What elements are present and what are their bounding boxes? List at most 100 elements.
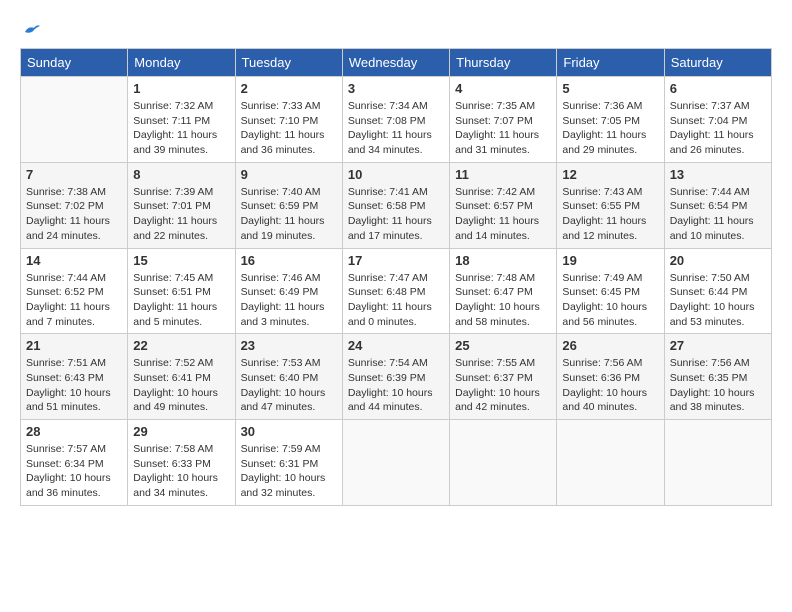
day-number: 11 xyxy=(455,167,551,182)
calendar-day-cell: 19 Sunrise: 7:49 AMSunset: 6:45 PMDayligh… xyxy=(557,248,664,334)
calendar-day-cell xyxy=(664,420,771,506)
weekday-header-friday: Friday xyxy=(557,49,664,77)
day-number: 1 xyxy=(133,81,229,96)
day-info: Sunrise: 7:56 AMSunset: 6:36 PMDaylight:… xyxy=(562,356,658,415)
day-number: 27 xyxy=(670,338,766,353)
calendar-day-cell: 17 Sunrise: 7:47 AMSunset: 6:48 PMDayligh… xyxy=(342,248,449,334)
calendar-day-cell: 24 Sunrise: 7:54 AMSunset: 6:39 PMDayligh… xyxy=(342,334,449,420)
day-info: Sunrise: 7:54 AMSunset: 6:39 PMDaylight:… xyxy=(348,356,444,415)
calendar-day-cell: 2 Sunrise: 7:33 AMSunset: 7:10 PMDaylight… xyxy=(235,77,342,163)
calendar-day-cell xyxy=(342,420,449,506)
calendar-day-cell: 13 Sunrise: 7:44 AMSunset: 6:54 PMDayligh… xyxy=(664,162,771,248)
calendar-day-cell: 4 Sunrise: 7:35 AMSunset: 7:07 PMDaylight… xyxy=(450,77,557,163)
day-info: Sunrise: 7:58 AMSunset: 6:33 PMDaylight:… xyxy=(133,442,229,501)
day-number: 21 xyxy=(26,338,122,353)
day-number: 7 xyxy=(26,167,122,182)
day-number: 29 xyxy=(133,424,229,439)
day-number: 2 xyxy=(241,81,337,96)
weekday-header-sunday: Sunday xyxy=(21,49,128,77)
day-info: Sunrise: 7:59 AMSunset: 6:31 PMDaylight:… xyxy=(241,442,337,501)
weekday-header-thursday: Thursday xyxy=(450,49,557,77)
calendar-day-cell: 29 Sunrise: 7:58 AMSunset: 6:33 PMDayligh… xyxy=(128,420,235,506)
calendar-day-cell: 14 Sunrise: 7:44 AMSunset: 6:52 PMDayligh… xyxy=(21,248,128,334)
calendar-day-cell: 30 Sunrise: 7:59 AMSunset: 6:31 PMDayligh… xyxy=(235,420,342,506)
calendar-week-row: 1Sunrise: 7:32 AMSunset: 7:11 PMDaylight… xyxy=(21,77,772,163)
day-info: Sunrise: 7:50 AMSunset: 6:44 PMDaylight:… xyxy=(670,271,766,330)
day-number: 19 xyxy=(562,253,658,268)
day-info: Sunrise: 7:40 AMSunset: 6:59 PMDaylight:… xyxy=(241,185,337,244)
day-info: Sunrise: 7:44 AMSunset: 6:52 PMDaylight:… xyxy=(26,271,122,330)
day-info: Sunrise: 7:51 AMSunset: 6:43 PMDaylight:… xyxy=(26,356,122,415)
day-number: 23 xyxy=(241,338,337,353)
day-info: Sunrise: 7:34 AMSunset: 7:08 PMDaylight:… xyxy=(348,99,444,158)
day-number: 4 xyxy=(455,81,551,96)
day-info: Sunrise: 7:49 AMSunset: 6:45 PMDaylight:… xyxy=(562,271,658,330)
calendar-day-cell: 26 Sunrise: 7:56 AMSunset: 6:36 PMDayligh… xyxy=(557,334,664,420)
day-info: Sunrise: 7:39 AMSunset: 7:01 PMDaylight:… xyxy=(133,185,229,244)
calendar-week-row: 21 Sunrise: 7:51 AMSunset: 6:43 PMDayligh… xyxy=(21,334,772,420)
day-info: Sunrise: 7:33 AMSunset: 7:10 PMDaylight:… xyxy=(241,99,337,158)
day-number: 20 xyxy=(670,253,766,268)
day-info: Sunrise: 7:56 AMSunset: 6:35 PMDaylight:… xyxy=(670,356,766,415)
calendar-week-row: 28Sunrise: 7:57 AMSunset: 6:34 PMDayligh… xyxy=(21,420,772,506)
day-info: Sunrise: 7:46 AMSunset: 6:49 PMDaylight:… xyxy=(241,271,337,330)
day-number: 24 xyxy=(348,338,444,353)
day-number: 17 xyxy=(348,253,444,268)
calendar-day-cell: 15 Sunrise: 7:45 AMSunset: 6:51 PMDayligh… xyxy=(128,248,235,334)
day-number: 30 xyxy=(241,424,337,439)
calendar-day-cell: 11 Sunrise: 7:42 AMSunset: 6:57 PMDayligh… xyxy=(450,162,557,248)
calendar-day-cell: 6 Sunrise: 7:37 AMSunset: 7:04 PMDaylight… xyxy=(664,77,771,163)
day-number: 14 xyxy=(26,253,122,268)
calendar-day-cell: 16 Sunrise: 7:46 AMSunset: 6:49 PMDayligh… xyxy=(235,248,342,334)
weekday-header-row: SundayMondayTuesdayWednesdayThursdayFrid… xyxy=(21,49,772,77)
calendar-day-cell: 23 Sunrise: 7:53 AMSunset: 6:40 PMDayligh… xyxy=(235,334,342,420)
day-info: Sunrise: 7:55 AMSunset: 6:37 PMDaylight:… xyxy=(455,356,551,415)
calendar-day-cell: 10Sunrise: 7:41 AMSunset: 6:58 PMDayligh… xyxy=(342,162,449,248)
day-number: 5 xyxy=(562,81,658,96)
weekday-header-monday: Monday xyxy=(128,49,235,77)
day-number: 9 xyxy=(241,167,337,182)
day-info: Sunrise: 7:35 AMSunset: 7:07 PMDaylight:… xyxy=(455,99,551,158)
calendar-day-cell: 20 Sunrise: 7:50 AMSunset: 6:44 PMDayligh… xyxy=(664,248,771,334)
day-number: 8 xyxy=(133,167,229,182)
weekday-header-wednesday: Wednesday xyxy=(342,49,449,77)
day-info: Sunrise: 7:45 AMSunset: 6:51 PMDaylight:… xyxy=(133,271,229,330)
calendar-table: SundayMondayTuesdayWednesdayThursdayFrid… xyxy=(20,48,772,506)
calendar-day-cell: 1Sunrise: 7:32 AMSunset: 7:11 PMDaylight… xyxy=(128,77,235,163)
day-info: Sunrise: 7:41 AMSunset: 6:58 PMDaylight:… xyxy=(348,185,444,244)
calendar-day-cell xyxy=(21,77,128,163)
calendar-day-cell: 9 Sunrise: 7:40 AMSunset: 6:59 PMDaylight… xyxy=(235,162,342,248)
day-info: Sunrise: 7:52 AMSunset: 6:41 PMDaylight:… xyxy=(133,356,229,415)
calendar-day-cell: 18 Sunrise: 7:48 AMSunset: 6:47 PMDayligh… xyxy=(450,248,557,334)
calendar-day-cell: 12Sunrise: 7:43 AMSunset: 6:55 PMDayligh… xyxy=(557,162,664,248)
day-info: Sunrise: 7:37 AMSunset: 7:04 PMDaylight:… xyxy=(670,99,766,158)
calendar-day-cell xyxy=(557,420,664,506)
day-info: Sunrise: 7:48 AMSunset: 6:47 PMDaylight:… xyxy=(455,271,551,330)
day-info: Sunrise: 7:44 AMSunset: 6:54 PMDaylight:… xyxy=(670,185,766,244)
logo-bird-icon xyxy=(22,20,40,38)
day-number: 26 xyxy=(562,338,658,353)
calendar-day-cell: 21 Sunrise: 7:51 AMSunset: 6:43 PMDayligh… xyxy=(21,334,128,420)
logo xyxy=(20,20,40,38)
day-number: 12 xyxy=(562,167,658,182)
calendar-day-cell: 8 Sunrise: 7:39 AMSunset: 7:01 PMDaylight… xyxy=(128,162,235,248)
day-number: 13 xyxy=(670,167,766,182)
calendar-day-cell: 7Sunrise: 7:38 AMSunset: 7:02 PMDaylight… xyxy=(21,162,128,248)
day-number: 16 xyxy=(241,253,337,268)
day-info: Sunrise: 7:47 AMSunset: 6:48 PMDaylight:… xyxy=(348,271,444,330)
day-number: 3 xyxy=(348,81,444,96)
calendar-day-cell: 28Sunrise: 7:57 AMSunset: 6:34 PMDayligh… xyxy=(21,420,128,506)
day-info: Sunrise: 7:36 AMSunset: 7:05 PMDaylight:… xyxy=(562,99,658,158)
day-number: 6 xyxy=(670,81,766,96)
day-info: Sunrise: 7:53 AMSunset: 6:40 PMDaylight:… xyxy=(241,356,337,415)
day-number: 18 xyxy=(455,253,551,268)
weekday-header-saturday: Saturday xyxy=(664,49,771,77)
weekday-header-tuesday: Tuesday xyxy=(235,49,342,77)
calendar-week-row: 14 Sunrise: 7:44 AMSunset: 6:52 PMDayligh… xyxy=(21,248,772,334)
day-info: Sunrise: 7:42 AMSunset: 6:57 PMDaylight:… xyxy=(455,185,551,244)
calendar-day-cell: 5 Sunrise: 7:36 AMSunset: 7:05 PMDaylight… xyxy=(557,77,664,163)
calendar-week-row: 7Sunrise: 7:38 AMSunset: 7:02 PMDaylight… xyxy=(21,162,772,248)
day-number: 15 xyxy=(133,253,229,268)
calendar-day-cell: 3 Sunrise: 7:34 AMSunset: 7:08 PMDaylight… xyxy=(342,77,449,163)
calendar-day-cell xyxy=(450,420,557,506)
